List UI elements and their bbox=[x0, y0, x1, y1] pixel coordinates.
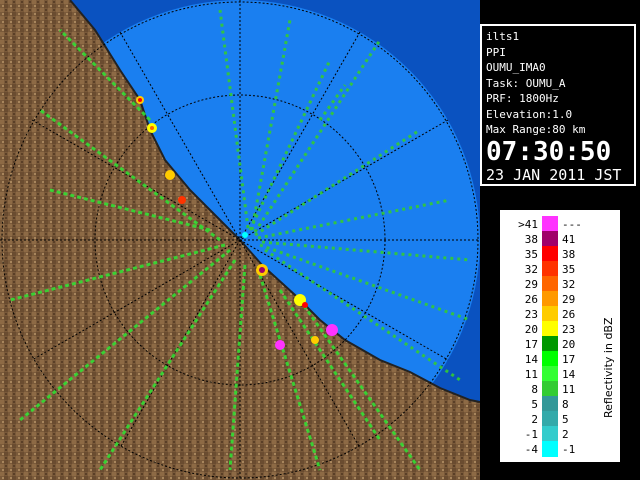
legend-lower-value: 2 bbox=[531, 413, 538, 426]
legend-upper-value: 32 bbox=[562, 278, 576, 291]
legend-lower-value: 14 bbox=[524, 353, 538, 366]
legend-color-swatch bbox=[542, 426, 558, 442]
legend-upper-value: --- bbox=[562, 218, 582, 231]
legend-upper-value: 17 bbox=[562, 353, 576, 366]
legend-upper-value: 8 bbox=[562, 398, 569, 411]
legend-row: 17 20 bbox=[500, 336, 600, 352]
legend-color-swatch bbox=[542, 411, 558, 427]
task-name: Task: OUMU_A bbox=[486, 76, 566, 90]
legend-upper-value: 35 bbox=[562, 263, 576, 276]
legend-row: 26 29 bbox=[500, 291, 600, 307]
scan-time: 07:30:50 bbox=[486, 136, 612, 167]
prf-value: PRF: 1800Hz bbox=[486, 92, 559, 105]
reflectivity-legend: >41 --- 38 41 35 38 32 35 29 32 26 29 23 26 20 23 17 20 14… bbox=[498, 208, 622, 464]
legend-upper-value: 20 bbox=[562, 338, 576, 351]
legend-lower-value: 8 bbox=[531, 383, 538, 396]
legend-lower-value: -4 bbox=[524, 443, 538, 456]
legend-color-swatch bbox=[542, 336, 558, 352]
legend-lower-value: 26 bbox=[524, 293, 538, 306]
legend-color-swatch bbox=[542, 351, 558, 367]
legend-lower-value: 32 bbox=[524, 263, 538, 276]
legend-color-swatch bbox=[542, 381, 558, 397]
legend-upper-value: -1 bbox=[562, 443, 576, 456]
scan-date: 23 JAN 2011 JST bbox=[486, 165, 622, 184]
legend-lower-value: 38 bbox=[524, 233, 538, 246]
legend-color-swatch bbox=[542, 216, 558, 232]
legend-row: 20 23 bbox=[500, 321, 600, 337]
legend-row: 38 41 bbox=[500, 231, 600, 247]
legend-upper-value: 41 bbox=[562, 233, 576, 246]
legend-color-swatch bbox=[542, 441, 558, 457]
legend-color-swatch bbox=[542, 321, 558, 337]
legend-lower-value: 23 bbox=[524, 308, 538, 321]
legend-lower-value: 20 bbox=[524, 323, 538, 336]
legend-upper-value: 5 bbox=[562, 413, 569, 426]
max-range-value: Max Range:80 km bbox=[486, 123, 586, 136]
legend-row: -1 2 bbox=[500, 426, 600, 442]
legend-lower-value: -1 bbox=[524, 428, 538, 441]
legend-color-swatch bbox=[542, 396, 558, 412]
legend-color-swatch bbox=[542, 306, 558, 322]
site-name: ilts1 bbox=[486, 30, 520, 43]
legend-row: 23 26 bbox=[500, 306, 600, 322]
legend-row: >41 --- bbox=[500, 216, 600, 232]
legend-upper-value: 14 bbox=[562, 368, 576, 381]
legend-lower-value: >41 bbox=[518, 218, 538, 231]
legend-lower-value: 11 bbox=[524, 368, 538, 381]
legend-color-swatch bbox=[542, 261, 558, 277]
legend-color-swatch bbox=[542, 246, 558, 262]
legend-row: 8 11 bbox=[500, 381, 600, 397]
legend-lower-value: 35 bbox=[524, 248, 538, 261]
legend-upper-value: 2 bbox=[562, 428, 569, 441]
legend-row: -4 -1 bbox=[500, 441, 600, 457]
legend-row: 25 bbox=[500, 411, 600, 427]
legend-lower-value: 5 bbox=[531, 398, 538, 411]
elevation-value: Elevation:1.0 bbox=[486, 107, 573, 121]
legend-row: 14 17 bbox=[500, 351, 600, 367]
legend-upper-value: 23 bbox=[562, 323, 576, 336]
legend-color-swatch bbox=[542, 276, 558, 292]
legend-title: Reflectivity in dBZ bbox=[602, 317, 615, 418]
legend-row: 11 14 bbox=[500, 366, 600, 382]
legend-color-swatch bbox=[542, 231, 558, 247]
legend-color-swatch bbox=[542, 366, 558, 382]
radar-info-panel: ilts1 PPI OUMU_IMA0 Task: OUMU_A PRF: 18… bbox=[480, 24, 636, 186]
legend-color-swatch bbox=[542, 291, 558, 307]
legend-upper-value: 26 bbox=[562, 308, 576, 321]
legend-upper-value: 29 bbox=[562, 293, 576, 306]
radar-ppi-view bbox=[0, 0, 480, 480]
scan-mode: PPI bbox=[486, 45, 506, 59]
legend-row: 35 38 bbox=[500, 246, 600, 262]
legend-row: 32 35 bbox=[500, 261, 600, 277]
legend-lower-value: 29 bbox=[524, 278, 538, 291]
legend-row: 29 32 bbox=[500, 276, 600, 292]
legend-upper-value: 11 bbox=[562, 383, 576, 396]
legend-lower-value: 17 bbox=[524, 338, 538, 351]
legend-title-text: Reflectivity in dBZ bbox=[602, 317, 615, 418]
legend-upper-value: 38 bbox=[562, 248, 576, 261]
product-name: OUMU_IMA0 bbox=[486, 61, 546, 74]
legend-row: 58 bbox=[500, 396, 600, 412]
